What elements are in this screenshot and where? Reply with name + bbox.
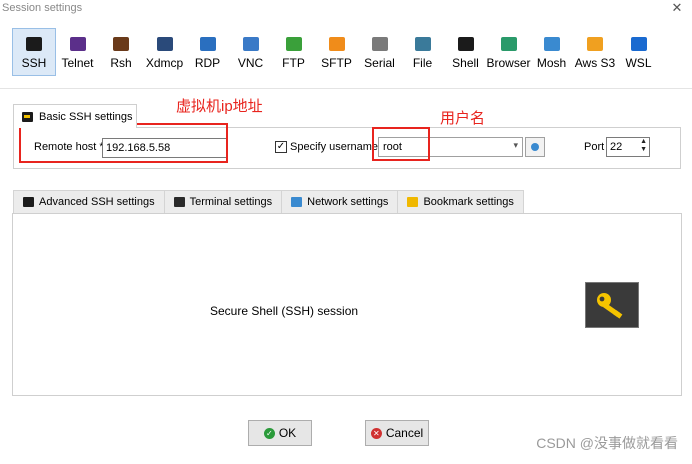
session-description: Secure Shell (SSH) session [210, 304, 359, 318]
session-type-label: SFTP [321, 56, 352, 70]
port-label: Port [584, 141, 605, 153]
tab-bookmark-settings[interactable]: Bookmark settings [397, 190, 524, 213]
tab-label: Basic SSH settings [39, 110, 133, 123]
window-title: Session settings [2, 2, 83, 14]
network-icon [291, 197, 303, 207]
session-type-rdp[interactable]: RDP [186, 28, 229, 76]
session-type-toolbar: SSH Telnet Rsh Xdmcp RDP VNC FTP SFTP Serial File… [12, 28, 662, 76]
vnc-icon [242, 37, 259, 51]
cancel-icon: ✕ [370, 427, 382, 439]
tab-label: Terminal settings [189, 196, 273, 208]
ssh-settings-icon [22, 111, 33, 122]
specify-username-checkbox[interactable]: ✓ [275, 141, 287, 153]
star-icon [407, 197, 419, 207]
tab-terminal-settings[interactable]: Terminal settings [163, 190, 283, 213]
session-type-label: Aws S3 [574, 56, 616, 70]
session-type-label: SSH [21, 56, 47, 70]
rsh-icon [113, 37, 129, 51]
shell-icon [457, 37, 474, 51]
session-type-browser[interactable]: Browser [486, 28, 531, 76]
tab-label: Bookmark settings [423, 196, 514, 208]
session-type-shell[interactable]: Shell [444, 28, 487, 76]
ssh-settings-icon [23, 197, 34, 207]
check-icon: ✓ [263, 427, 275, 439]
terminal-icon [173, 197, 185, 207]
close-icon[interactable]: ✕ [670, 0, 684, 16]
xdmcp-icon [156, 37, 173, 51]
file-icon [414, 37, 431, 51]
wsl-icon [630, 37, 647, 51]
session-type-mosh[interactable]: Mosh [530, 28, 573, 76]
session-type-vnc[interactable]: VNC [229, 28, 272, 76]
session-type-sftp[interactable]: SFTP [315, 28, 358, 76]
key-icon [585, 282, 639, 328]
ftp-icon [285, 37, 302, 51]
aws-s3-icon [587, 37, 603, 51]
session-type-xdmcp[interactable]: Xdmcp [143, 28, 186, 76]
toolbar-divider [0, 88, 692, 89]
title-bar: Session settings ✕ [0, 0, 692, 18]
session-type-ftp[interactable]: FTP [272, 28, 315, 76]
session-type-serial[interactable]: Serial [358, 28, 401, 76]
cancel-button[interactable]: ✕ Cancel [365, 420, 429, 446]
session-type-label: Mosh [536, 56, 567, 70]
annotation-host-box [19, 123, 228, 163]
session-type-label: Xdmcp [145, 56, 184, 70]
chevron-down-icon[interactable]: ▾ [513, 140, 518, 151]
mosh-icon [543, 37, 560, 51]
tab-label: Network settings [307, 196, 389, 208]
session-type-aws-s3[interactable]: Aws S3 [573, 28, 617, 76]
session-type-telnet[interactable]: Telnet [56, 28, 99, 76]
tab-advanced-ssh-settings[interactable]: Advanced SSH settings [13, 190, 165, 213]
session-type-rsh[interactable]: Rsh [99, 28, 143, 76]
session-type-wsl[interactable]: WSL [617, 28, 660, 76]
annotation-user-box [372, 127, 430, 161]
session-type-label: FTP [282, 56, 305, 70]
tab-basic-ssh-settings[interactable]: Basic SSH settings [13, 104, 137, 128]
user-manager-button[interactable] [525, 137, 545, 157]
cancel-label: Cancel [385, 426, 424, 440]
spin-arrows-icon[interactable]: ▲ ▼ [640, 138, 647, 154]
watermark: CSDN @没事做就看看 [536, 435, 678, 451]
serial-icon [371, 37, 388, 51]
session-type-label: Browser [486, 56, 531, 70]
sftp-icon [328, 37, 345, 51]
tab-network-settings[interactable]: Network settings [281, 190, 399, 213]
annotation-user-note: 用户名 [440, 110, 486, 127]
port-stepper[interactable]: 22 ▲ ▼ [606, 137, 650, 157]
port-value: 22 [610, 141, 623, 153]
browser-icon [500, 37, 517, 51]
ssh-icon [26, 37, 42, 51]
session-type-label: WSL [625, 56, 652, 70]
specify-username-label: Specify username [290, 141, 379, 153]
session-type-label: Telnet [61, 56, 94, 70]
user-icon [531, 143, 539, 151]
session-type-label: File [412, 56, 433, 70]
tab-label: Advanced SSH settings [39, 196, 155, 208]
rdp-icon [199, 37, 216, 51]
session-type-label: Serial [364, 56, 395, 70]
annotation-host-note: 虚拟机ip地址 [176, 98, 263, 115]
session-type-label: RDP [194, 56, 221, 70]
session-type-label: VNC [237, 56, 264, 70]
session-type-label: Rsh [110, 56, 132, 70]
session-type-label: Shell [452, 56, 479, 70]
ok-button[interactable]: ✓ OK [248, 420, 312, 446]
advanced-tabs: Advanced SSH settings Terminal settings Ne… [13, 190, 524, 213]
session-info-panel: Secure Shell (SSH) session [12, 213, 682, 396]
telnet-icon [69, 37, 86, 51]
session-type-ssh[interactable]: SSH [12, 28, 56, 76]
session-type-file[interactable]: File [401, 28, 444, 76]
ok-label: OK [278, 426, 297, 440]
